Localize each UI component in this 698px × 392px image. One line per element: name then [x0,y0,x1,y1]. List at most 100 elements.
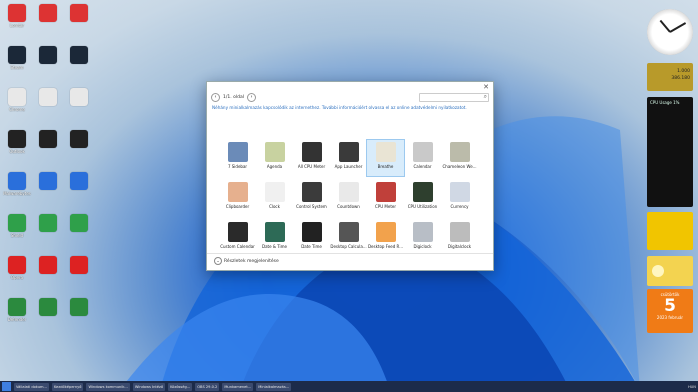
desktop-shortcut[interactable] [64,88,94,106]
desktop-shortcut[interactable]: Opera [2,256,32,280]
gadget-tile[interactable]: Control System [293,180,330,216]
taskbar-item[interactable]: Vállalati dokum... [14,382,49,391]
desktop-shortcut[interactable] [64,4,94,22]
gadget-thumbnail-icon [449,142,470,162]
gadget-tile[interactable]: Digiclock [404,220,441,256]
gadget-tile[interactable]: Agenda [256,140,293,176]
gadget-thumbnail-icon [412,222,433,242]
window-titlebar: ✕ [207,82,493,92]
desktop-shortcut[interactable] [33,4,63,22]
app-icon [39,46,57,64]
next-page-button[interactable]: › [246,93,256,102]
desktop-shortcut[interactable] [33,256,63,274]
page-indicator: 1/1. oldal [223,95,244,100]
taskbar-item[interactable]: Közösség... [168,382,193,391]
desktop-shortcut[interactable] [64,256,94,274]
app-icon [70,172,88,190]
desktop-shortcut[interactable]: Malwarebytes [2,172,32,196]
gadget-tile[interactable]: Desktop Feed R... [367,220,404,256]
desktop-shortcut[interactable] [64,46,94,64]
gadget-tile[interactable]: Clipboarder [219,180,256,216]
gadget-thumbnail-icon [375,222,396,242]
privacy-info-link[interactable]: Néhány minialkalmazás kapcsolódik az int… [207,103,493,115]
search-input[interactable]: ⌕ [419,93,489,102]
gadget-thumbnail-icon [264,182,285,202]
desktop-shortcut[interactable] [33,214,63,232]
previous-page-button[interactable]: ‹ [211,93,220,102]
navigation-bar: ‹ 1/1. oldal › ⌕ [207,92,493,103]
desktop-shortcut[interactable] [64,214,94,232]
calendar-gadget[interactable]: csütörtök 5 2023 február [647,289,693,333]
desktop-shortcut[interactable] [33,46,63,64]
gadget-name: Chameleon We... [442,164,477,169]
gadget-thumbnail-icon [338,222,359,242]
gadget-tile[interactable]: Date & Time [256,220,293,256]
chevron-down-icon: ⌄ [214,257,222,265]
gadget-tile[interactable]: CPU Utilization [404,180,441,216]
desktop-shortcut[interactable]: Shield [2,214,32,238]
taskbar-item[interactable]: OBS 29.0.2 [195,382,220,391]
gadget-tile[interactable]: Countdown [330,180,367,216]
taskbar-item[interactable]: Windows kommunik... [86,382,130,391]
desktop-shortcut[interactable]: Outlook [2,130,32,154]
divider [207,253,493,254]
gadget-tile[interactable]: 7 Sidebar [219,140,256,176]
desktop-shortcut[interactable]: Chrome [2,88,32,112]
gadget-name: Calendar [413,164,432,169]
desktop-shortcut[interactable] [64,130,94,148]
desktop-shortcut[interactable]: Lomtár [2,4,32,28]
gadget-tile[interactable]: Clock [256,180,293,216]
gadget-tile[interactable]: Breathe [366,139,405,177]
weather-gadget[interactable] [647,256,693,286]
app-icon [8,214,26,232]
app-icon [8,172,26,190]
gadget-tile[interactable]: Calendar [404,140,441,176]
gadget-name: Digiclock [413,244,432,249]
gadget-name: Date Time [301,244,322,249]
cpu-usage-gadget[interactable]: CPU Usage 1% [647,97,693,207]
app-icon [39,298,57,316]
gadget-tile[interactable]: Chameleon We... [441,140,478,176]
gadget-name: Desktop Feed R... [367,244,404,249]
desktop-shortcut[interactable] [64,298,94,316]
search-icon: ⌕ [483,93,487,100]
gadget-tile[interactable]: Currency [441,180,478,216]
taskbar-item[interactable]: Kezdőképernyő [52,382,84,391]
desktop-shortcut[interactable] [33,172,63,190]
desktop-shortcut[interactable]: Steam [2,46,32,70]
desktop-shortcut[interactable] [64,172,94,190]
yellow-note-gadget[interactable] [647,212,693,250]
desktop-shortcut-label: Outlook [9,149,25,154]
gadget-name: Custom Calendar [220,244,255,249]
taskbar: Vállalati dokum... Kezdőképernyő Windows k… [0,381,698,392]
gadget-tile[interactable]: Digitalclock [441,220,478,256]
close-icon[interactable]: ✕ [483,83,489,91]
gadget-tile[interactable]: CPU Meter [367,180,404,216]
desktop-shortcut[interactable] [33,130,63,148]
start-button[interactable] [2,382,11,391]
gadget-tile[interactable]: Custom Calendar [219,220,256,256]
gadget-tile[interactable]: All CPU Meter [293,140,330,176]
cpu-usage-title: CPU Usage 1% [650,100,680,105]
clock-minute-hand [669,22,687,33]
app-icon [70,256,88,274]
stock-gadget[interactable]: 1.000 386.180 [647,63,693,91]
taskbar-item[interactable]: Windows Intéző [132,382,166,391]
clock-gadget[interactable] [647,9,693,55]
system-tray-language[interactable]: HUN [688,385,696,389]
app-icon [70,214,88,232]
app-icon [8,46,26,64]
gadget-tile[interactable]: App Launcher [330,140,367,176]
stock-value-2: 386.180 [671,76,690,81]
desktop-shortcut[interactable]: Defender [2,298,32,322]
gadget-tile[interactable]: Date Time [293,220,330,256]
gadget-name: All CPU Meter [297,164,326,169]
taskbar-item[interactable]: Munkamenet... [222,382,254,391]
app-icon [8,130,26,148]
show-details-button[interactable]: ⌄ Részletek megjelenítése [214,257,279,265]
taskbar-item[interactable]: Minialkalmazás... [256,382,292,391]
gadget-tile[interactable]: Desktop Calcula... [330,220,367,256]
gadget-thumbnail-icon [338,182,359,202]
desktop-shortcut[interactable] [33,298,63,316]
desktop-shortcut[interactable] [33,88,63,106]
